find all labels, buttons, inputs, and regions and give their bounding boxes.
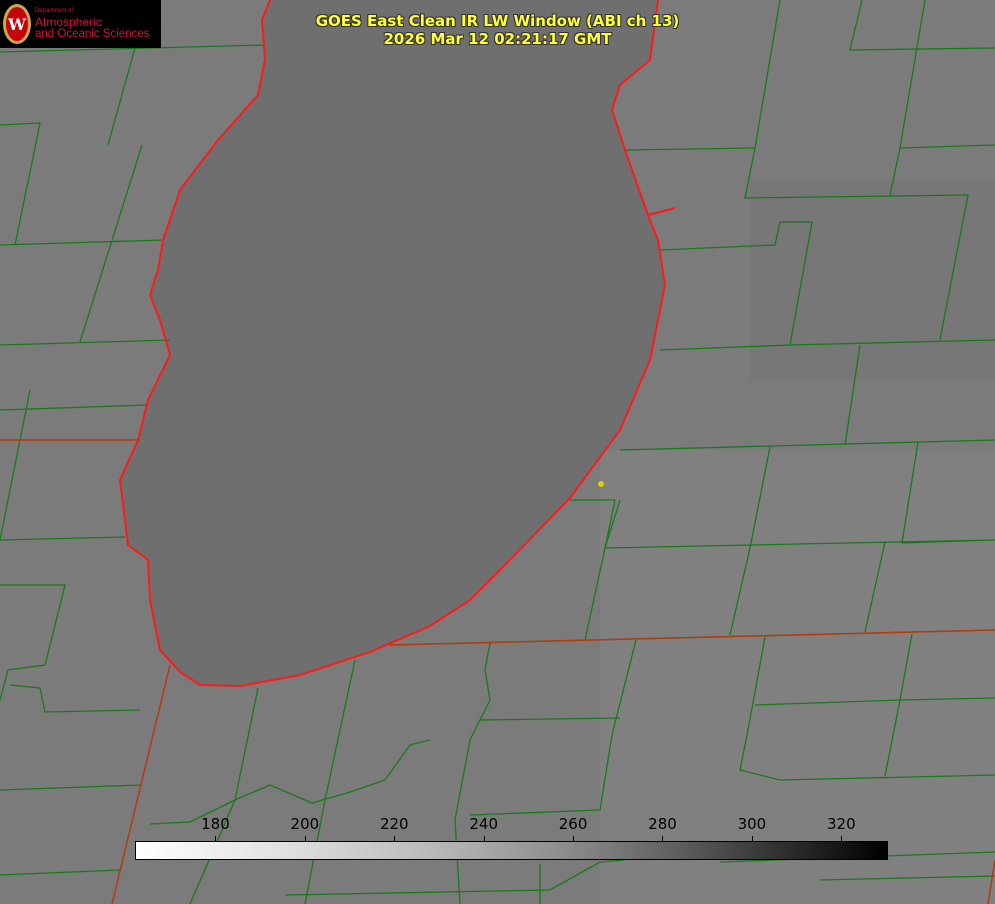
colorbar-tick-label: 220: [379, 815, 409, 833]
location-marker: [598, 481, 604, 487]
colorbar-tick-label: 240: [469, 815, 498, 833]
image-title: GOES East Clean IR LW Window (ABI ch 13): [315, 12, 680, 30]
colorbar: [135, 841, 888, 860]
colorbar-tick-label: 280: [648, 815, 677, 833]
colorbar-tick-label: 320: [826, 815, 856, 833]
satellite-map: [0, 0, 995, 904]
colorbar-tick-label: 260: [558, 815, 588, 833]
image-timestamp: 2026 Mar 12 02:21:17 GMT: [383, 30, 612, 48]
satellite-image-viewer: W Department of Atmospheric and Oceanic …: [0, 0, 995, 904]
colorbar-tick-label: 300: [737, 815, 767, 833]
colorbar-tick-label: 200: [290, 815, 320, 833]
colorbar-tick-label: 180: [201, 815, 230, 833]
